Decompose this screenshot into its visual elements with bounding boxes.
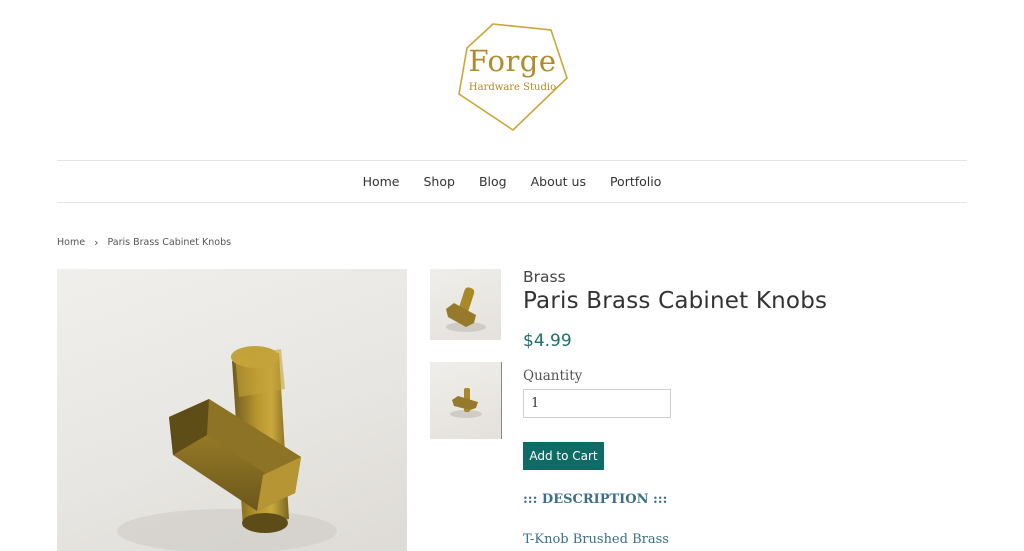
chevron-right-icon: › — [94, 236, 99, 249]
product-thumbnail[interactable] — [430, 362, 502, 439]
brass-knob-image-icon — [117, 346, 337, 551]
brass-knob-thumbnail-icon — [450, 388, 482, 418]
breadcrumb: Home › Paris Brass Cabinet Knobs — [57, 236, 231, 249]
quantity-label: Quantity — [523, 368, 583, 384]
description-heading: ::: DESCRIPTION ::: — [523, 492, 668, 507]
breadcrumb-current: Paris Brass Cabinet Knobs — [107, 237, 232, 248]
brand-title: Forge — [468, 44, 557, 78]
main-nav: Home Shop Blog About us Portfolio — [57, 161, 967, 202]
quantity-input[interactable] — [523, 389, 671, 418]
nav-item-portfolio[interactable]: Portfolio — [598, 174, 673, 189]
nav-bottom-divider — [57, 202, 967, 203]
product-title: Paris Brass Cabinet Knobs — [523, 288, 828, 314]
nav-item-home[interactable]: Home — [351, 174, 412, 189]
brand-subtitle: Hardware Studio — [468, 82, 557, 93]
brand-logo[interactable]: Forge Hardware Studio — [455, 22, 570, 132]
product-price: $4.99 — [523, 331, 572, 351]
brass-knob-thumbnail-icon — [446, 287, 486, 332]
nav-item-blog[interactable]: Blog — [467, 174, 519, 189]
nav-item-about-us[interactable]: About us — [519, 174, 598, 189]
product-thumbnail[interactable] — [430, 269, 501, 340]
product-vendor[interactable]: Brass — [523, 268, 566, 286]
breadcrumb-home-link[interactable]: Home — [57, 237, 85, 248]
description-text: T-Knob Brushed Brass — [523, 532, 669, 547]
product-main-image[interactable] — [57, 269, 407, 551]
nav-item-shop[interactable]: Shop — [412, 174, 467, 189]
add-to-cart-button[interactable]: Add to Cart — [523, 442, 604, 470]
